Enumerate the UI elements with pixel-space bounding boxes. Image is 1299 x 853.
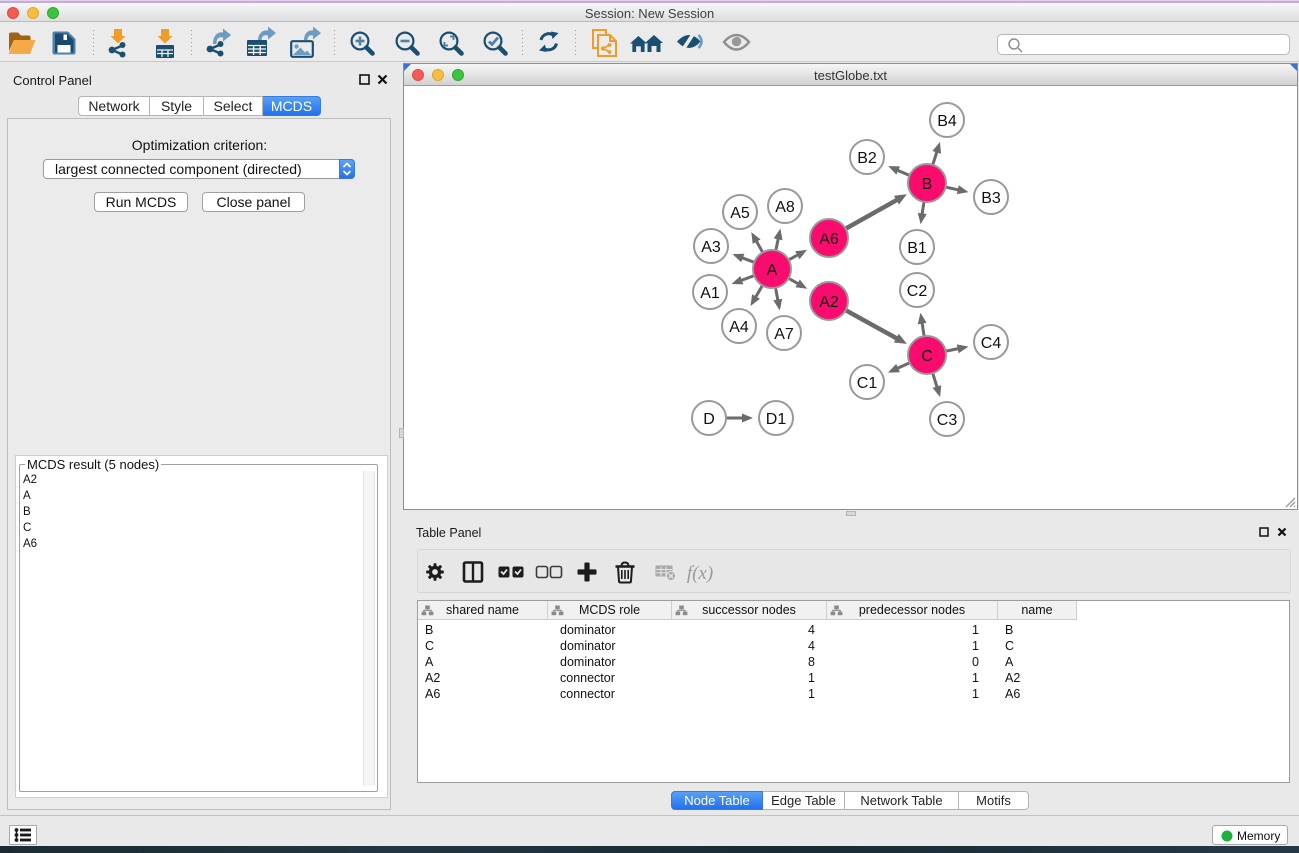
svg-text:C2: C2 <box>907 283 928 300</box>
svg-text:C: C <box>921 348 933 365</box>
svg-text:C3: C3 <box>937 412 958 429</box>
svg-text:B4: B4 <box>937 113 957 130</box>
svg-text:B2: B2 <box>857 150 877 167</box>
svg-text:A7: A7 <box>774 326 794 343</box>
svg-text:B1: B1 <box>907 240 927 257</box>
svg-text:B3: B3 <box>981 190 1001 207</box>
svg-text:f(x): f(x) <box>687 563 713 584</box>
svg-text:B: B <box>922 176 933 193</box>
svg-text:D1: D1 <box>766 411 787 428</box>
svg-text:C4: C4 <box>981 335 1002 352</box>
svg-text:A: A <box>767 262 778 279</box>
svg-text:D: D <box>703 411 715 428</box>
svg-text:A5: A5 <box>730 205 750 222</box>
svg-text:A8: A8 <box>775 199 795 216</box>
svg-text:A2: A2 <box>819 294 839 311</box>
svg-text:A4: A4 <box>729 319 749 336</box>
svg-text:A1: A1 <box>700 285 720 302</box>
svg-text:A3: A3 <box>701 239 721 256</box>
svg-text:A6: A6 <box>819 231 839 248</box>
svg-text:C1: C1 <box>857 375 878 392</box>
